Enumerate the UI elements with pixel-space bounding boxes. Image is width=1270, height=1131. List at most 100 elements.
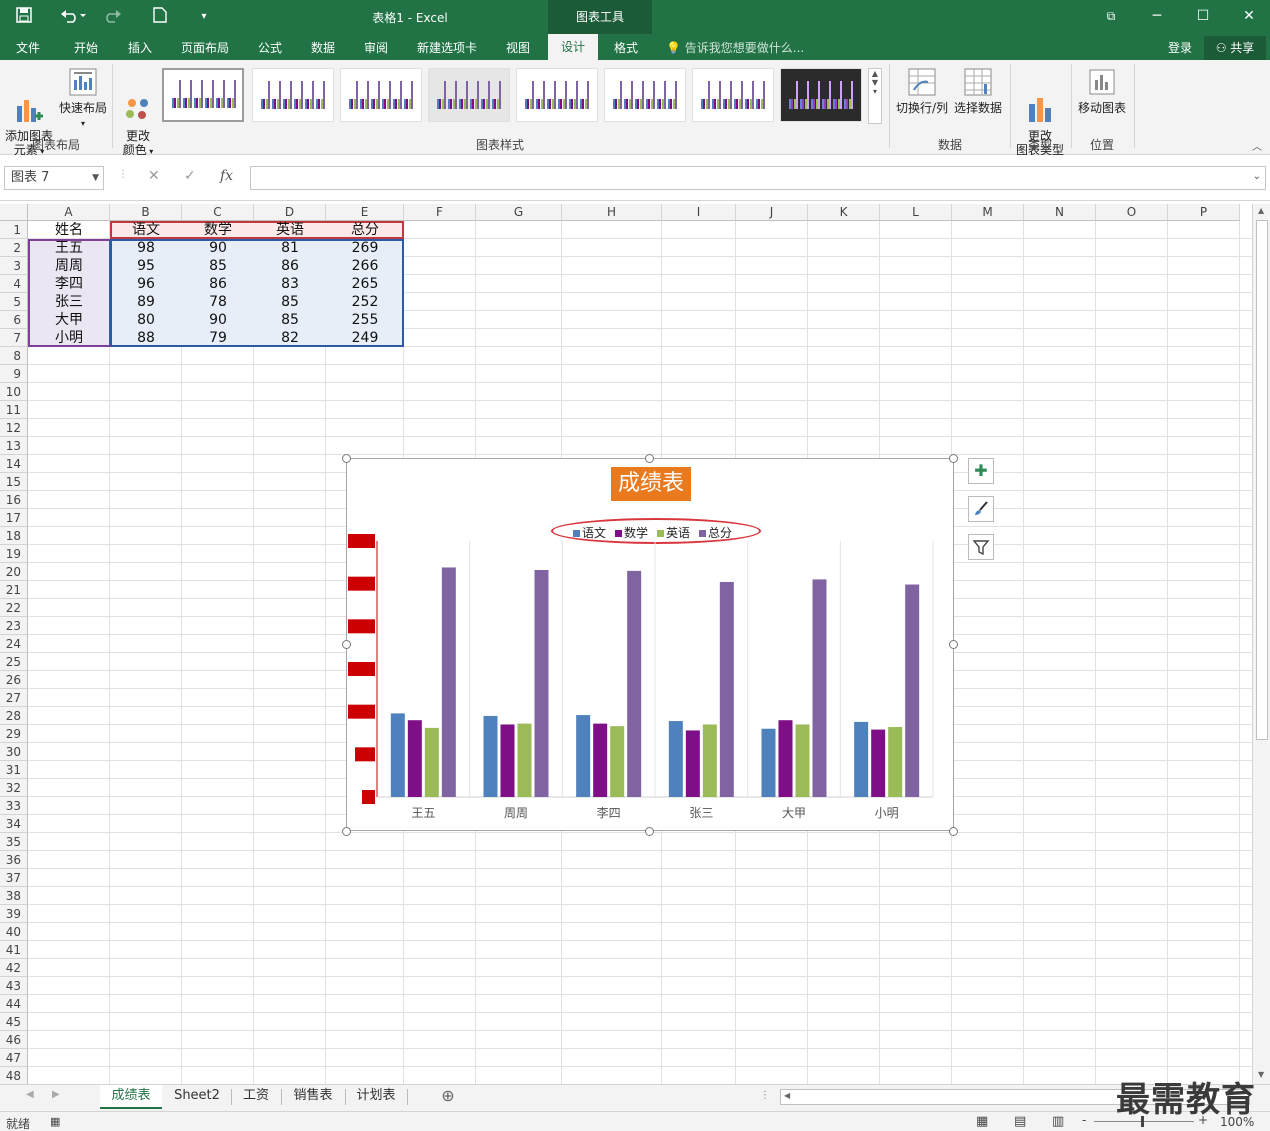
undo-icon[interactable] <box>56 7 90 27</box>
row-header[interactable]: 7 <box>0 329 28 347</box>
table-cell[interactable]: 82 <box>254 329 326 347</box>
chart-style-7[interactable] <box>692 68 774 122</box>
row-header[interactable]: 9 <box>0 365 28 383</box>
row-header[interactable]: 40 <box>0 923 28 941</box>
prev-sheet-icon[interactable]: ◀ <box>26 1089 34 1100</box>
maximize-icon[interactable]: ☐ <box>1192 6 1214 26</box>
resize-handle[interactable] <box>342 640 351 649</box>
quick-layout-button[interactable]: 快速布局 ▾ <box>58 66 108 131</box>
table-cell[interactable]: 96 <box>110 275 182 293</box>
table-cell[interactable]: 90 <box>182 239 254 257</box>
row-header[interactable]: 47 <box>0 1049 28 1067</box>
select-all-corner[interactable] <box>0 204 28 221</box>
row-header[interactable]: 26 <box>0 671 28 689</box>
zoom-out-button[interactable]: - <box>1082 1113 1086 1127</box>
table-cell[interactable]: 小明 <box>28 329 110 347</box>
tab-new-tab[interactable]: 新建选项卡 <box>412 38 482 58</box>
column-header[interactable]: B <box>110 204 182 221</box>
resize-handle[interactable] <box>949 827 958 836</box>
row-header[interactable]: 13 <box>0 437 28 455</box>
vertical-scroll-thumb[interactable] <box>1256 220 1268 740</box>
tab-view[interactable]: 视图 <box>500 38 536 58</box>
row-header[interactable]: 19 <box>0 545 28 563</box>
sheet-tab-sheet2[interactable]: Sheet2 <box>166 1085 228 1109</box>
resize-handle[interactable] <box>342 454 351 463</box>
row-header[interactable]: 39 <box>0 905 28 923</box>
table-header-cell[interactable]: 英语 <box>254 221 326 239</box>
resize-handle[interactable] <box>342 827 351 836</box>
row-header[interactable]: 32 <box>0 779 28 797</box>
row-header[interactable]: 29 <box>0 725 28 743</box>
vertical-scrollbar[interactable]: ▲ ▼ <box>1252 204 1270 1084</box>
table-cell[interactable]: 252 <box>326 293 404 311</box>
tell-me-search[interactable]: 💡 告诉我您想要做什么... <box>666 38 804 58</box>
column-header[interactable]: I <box>662 204 736 221</box>
table-cell[interactable]: 90 <box>182 311 254 329</box>
expand-formula-icon[interactable]: ⌄ <box>1253 171 1261 182</box>
share-button[interactable]: ⚇ 共享 <box>1204 36 1266 60</box>
tab-review[interactable]: 审阅 <box>358 38 394 58</box>
table-cell[interactable]: 78 <box>182 293 254 311</box>
row-header[interactable]: 17 <box>0 509 28 527</box>
table-cell[interactable]: 85 <box>254 293 326 311</box>
add-sheet-icon[interactable]: ⊕ <box>436 1085 460 1109</box>
table-cell[interactable]: 周周 <box>28 257 110 275</box>
chart-style-6[interactable] <box>604 68 686 122</box>
tab-split-icon[interactable]: ⋮ <box>760 1090 770 1101</box>
tab-insert[interactable]: 插入 <box>122 38 158 58</box>
row-header[interactable]: 2 <box>0 239 28 257</box>
tab-file[interactable]: 文件 <box>10 38 46 58</box>
table-cell[interactable]: 85 <box>182 257 254 275</box>
chart-object[interactable]: 成绩表 语文 数学 英语 总分 0 50 100 150 200 250 300 王五 周周 李四 张三大… <box>346 458 954 831</box>
gallery-down-icon[interactable]: ▼ <box>869 78 881 87</box>
enter-icon[interactable]: ✓ <box>184 168 196 184</box>
gallery-more-icon[interactable]: ▾ <box>869 87 881 96</box>
table-cell[interactable]: 89 <box>110 293 182 311</box>
row-header[interactable]: 43 <box>0 977 28 995</box>
redo-icon[interactable] <box>102 7 136 27</box>
chart-filters-funnel-icon[interactable] <box>968 534 994 560</box>
switch-row-column-button[interactable]: 切换行/列 <box>894 66 950 115</box>
row-header[interactable]: 23 <box>0 617 28 635</box>
change-colors-button[interactable]: 更改 颜色 ▾ <box>116 66 160 159</box>
column-header[interactable]: D <box>254 204 326 221</box>
ribbon-display-options-icon[interactable]: ⧉ <box>1100 6 1122 26</box>
page-break-view-icon[interactable]: ▥ <box>1052 1114 1064 1129</box>
row-header[interactable]: 28 <box>0 707 28 725</box>
column-header[interactable]: H <box>562 204 662 221</box>
row-header[interactable]: 21 <box>0 581 28 599</box>
sheet-tab-sales[interactable]: 销售表 <box>284 1085 342 1109</box>
chart-style-8[interactable] <box>780 68 862 122</box>
row-header[interactable]: 31 <box>0 761 28 779</box>
row-header[interactable]: 37 <box>0 869 28 887</box>
chart-style-3[interactable] <box>340 68 422 122</box>
normal-view-icon[interactable]: ▦ <box>976 1114 988 1129</box>
table-cell[interactable]: 王五 <box>28 239 110 257</box>
tab-formulas[interactable]: 公式 <box>252 38 288 58</box>
customize-quick-access-icon[interactable]: ▾ <box>196 7 212 27</box>
tab-design[interactable]: 设计 <box>548 34 598 60</box>
row-header[interactable]: 20 <box>0 563 28 581</box>
table-cell[interactable]: 81 <box>254 239 326 257</box>
column-header[interactable]: K <box>808 204 880 221</box>
table-cell[interactable]: 88 <box>110 329 182 347</box>
row-header[interactable]: 3 <box>0 257 28 275</box>
column-header[interactable]: F <box>404 204 476 221</box>
page-layout-view-icon[interactable]: ▤ <box>1014 1114 1026 1129</box>
row-header[interactable]: 36 <box>0 851 28 869</box>
chart-styles-brush-icon[interactable] <box>968 496 994 522</box>
row-header[interactable]: 15 <box>0 473 28 491</box>
row-header[interactable]: 27 <box>0 689 28 707</box>
scroll-left-icon[interactable]: ◀ <box>784 1091 790 1100</box>
row-header[interactable]: 10 <box>0 383 28 401</box>
scroll-up-icon[interactable]: ▲ <box>1258 206 1264 215</box>
row-header[interactable]: 6 <box>0 311 28 329</box>
select-data-button[interactable]: 选择数据 <box>952 66 1004 115</box>
row-header[interactable]: 45 <box>0 1013 28 1031</box>
row-header[interactable]: 42 <box>0 959 28 977</box>
row-header[interactable]: 44 <box>0 995 28 1013</box>
move-chart-button[interactable]: 移动图表 <box>1074 66 1130 115</box>
row-header[interactable]: 46 <box>0 1031 28 1049</box>
row-header[interactable]: 41 <box>0 941 28 959</box>
zoom-slider[interactable] <box>1094 1121 1194 1122</box>
